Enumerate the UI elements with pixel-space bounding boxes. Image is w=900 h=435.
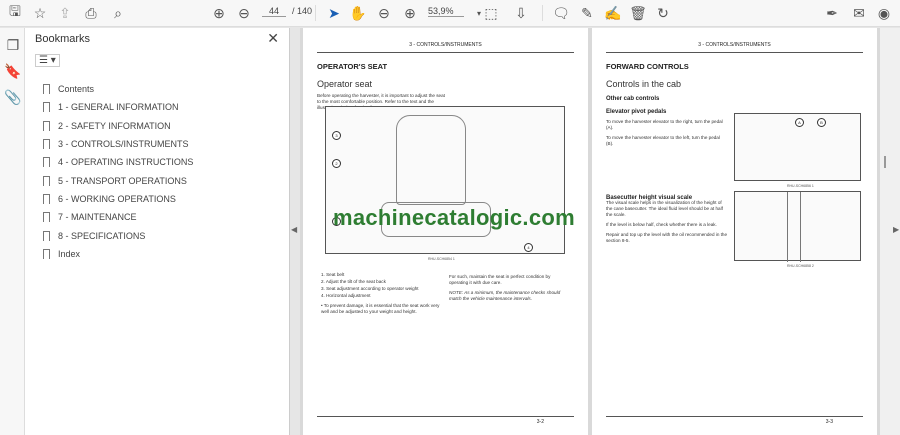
section-title: FORWARD CONTROLS (606, 62, 689, 71)
list-item: 2. Adjust the tilt of the seat back (321, 279, 386, 284)
close-icon[interactable]: ✕ (267, 30, 279, 47)
zoom-in-icon[interactable]: ⊕ (401, 4, 419, 22)
upload-icon[interactable]: ⇪ (56, 4, 74, 22)
section-title: OPERATOR'S SEAT (317, 62, 388, 71)
star-icon[interactable]: ☆ (31, 4, 49, 22)
bookmark-item[interactable]: Contents (43, 80, 193, 98)
body-text: For such, maintain the seat in perfect c… (449, 274, 551, 285)
page-left: 3 - CONTROLS/INSTRUMENTS OPERATOR'S SEAT… (303, 28, 588, 435)
bullet-text: • To prevent damage, it is essential tha… (321, 303, 440, 314)
expand-right-arrow[interactable]: ▶ (893, 225, 899, 234)
list-item: 3. Seat adjustment according to operator… (321, 286, 419, 291)
bookmarks-title: Bookmarks (35, 33, 91, 45)
zoom-select[interactable]: 53,9% (428, 6, 464, 17)
left-rail: ❐ 🔖 📎 (0, 28, 25, 435)
toolbar: 🖫 ☆ ⇪ ⎙ ⌕ ⊕ ⊖ 44/ 140 ➤ ✋ ⊖ ⊕ 53,9% ▾ ⬚ … (0, 0, 900, 27)
callout-a: A (795, 118, 804, 127)
bookmark-item[interactable]: 8 - SPECIFICATIONS (43, 226, 193, 244)
bookmark-item[interactable]: 7 - MAINTENANCE (43, 208, 193, 226)
bookmark-options-button[interactable]: ☰ ▾ (35, 54, 60, 67)
right-column: For such, maintain the seat in perfect c… (449, 270, 569, 302)
fill-sign-icon[interactable]: ✒ (823, 4, 841, 22)
page-number: 3-3 (606, 416, 863, 425)
list-item: 1. Seat belt (321, 272, 345, 277)
callout-2: 2 (332, 159, 341, 168)
bookmark-item[interactable]: 6 - WORKING OPERATIONS (43, 190, 193, 208)
subtitle: Controls in the cab (606, 79, 682, 89)
callout-3: 3 (332, 131, 341, 140)
search-icon[interactable]: ⌕ (109, 4, 127, 22)
sign-icon[interactable]: ✍ (604, 4, 622, 22)
list-item: 4. Horizontal adjustment (321, 293, 371, 298)
bookmark-item[interactable]: 5 - TRANSPORT OPERATIONS (43, 171, 193, 189)
figure-caption: RHU-SCH6856 1 (787, 184, 814, 188)
bookmark-item[interactable]: 2 - SAFETY INFORMATION (43, 117, 193, 135)
figure-caption: RHU-SCH6854 1 (428, 257, 455, 261)
scrollbar[interactable]: ▶ (880, 28, 900, 435)
page-number-input[interactable]: 44 (262, 6, 286, 17)
scroll-mode-icon[interactable]: ⇩ (512, 4, 530, 22)
page-number: 3-2 (317, 416, 574, 425)
body-text: To move the harvester elevator to the ri… (606, 119, 723, 130)
bookmark-icon (43, 248, 50, 259)
print-icon[interactable]: ⎙ (82, 4, 100, 22)
bookmarks-panel: Bookmarks ✕ ☰ ▾ Contents 1 - GENERAL INF… (25, 28, 290, 435)
scroll-thumb[interactable] (884, 156, 886, 168)
visual-scale-figure (734, 191, 861, 262)
bookmark-icon (43, 212, 50, 223)
save-icon[interactable]: 🖫 (6, 3, 24, 22)
bookmark-item[interactable]: 4 - OPERATING INSTRUCTIONS (43, 153, 193, 171)
mail-icon[interactable]: ✉ (850, 4, 868, 22)
bookmark-icon (43, 120, 50, 131)
body-text: Repair and top up the level with the oil… (606, 232, 728, 243)
bookmark-icon (43, 84, 50, 95)
pedals-figure: A B (734, 113, 861, 181)
bookmark-icon (43, 193, 50, 204)
attachment-icon[interactable]: 📎 (4, 88, 22, 106)
watermark: machinecatalogic.com (333, 205, 575, 230)
document-view: 3 - CONTROLS/INSTRUMENTS OPERATOR'S SEAT… (300, 28, 880, 435)
pen-icon[interactable]: ✎ (578, 4, 596, 22)
collapse-panel-arrow[interactable]: ◀ (291, 225, 297, 234)
bookmark-icon[interactable]: 🔖 (4, 62, 22, 80)
pages-icon[interactable]: ❐ (4, 36, 22, 54)
body-text: To move the harvester elevator to the le… (606, 135, 720, 146)
body-text: The visual scale helps in the visualizat… (606, 200, 723, 217)
seat-figure: 3 2 1 4 (325, 106, 565, 254)
bookmark-icon (43, 157, 50, 168)
subtitle: Operator seat (317, 79, 373, 89)
select-cursor-icon[interactable]: ➤ (325, 4, 343, 22)
hand-icon[interactable]: ✋ (349, 4, 367, 22)
next-page-icon[interactable]: ⊖ (235, 4, 253, 22)
callout-b: B (817, 118, 826, 127)
rotate-icon[interactable]: ↻ (654, 4, 672, 22)
bookmark-item[interactable]: Index (43, 245, 193, 263)
comment-icon[interactable]: 🗨 (552, 4, 570, 22)
zoom-out-icon[interactable]: ⊖ (375, 4, 393, 22)
page-total: / 140 (292, 6, 313, 16)
callout-4: 4 (524, 243, 533, 252)
note-text: NOTE: As a minimum, the maintenance chec… (449, 290, 561, 301)
page-header: 3 - CONTROLS/INSTRUMENTS (317, 42, 574, 53)
trash-icon[interactable]: 🗑 (629, 4, 647, 22)
page-header: 3 - CONTROLS/INSTRUMENTS (606, 42, 863, 53)
bookmark-icon (43, 139, 50, 150)
bookmark-icon (43, 230, 50, 241)
bookmark-item[interactable]: 3 - CONTROLS/INSTRUMENTS (43, 135, 193, 153)
body-text: If the level is below half, check whethe… (606, 222, 717, 227)
bookmark-icon (43, 175, 50, 186)
account-icon[interactable]: ◉ (875, 4, 893, 22)
fit-page-icon[interactable]: ⬚ (482, 4, 500, 22)
section-heading: Other cab controls (606, 96, 660, 102)
legend-list: 1. Seat belt 2. Adjust the tilt of the s… (321, 271, 446, 315)
bookmark-item[interactable]: 1 - GENERAL INFORMATION (43, 98, 193, 116)
bookmark-icon (43, 102, 50, 113)
page-right: 3 - CONTROLS/INSTRUMENTS FORWARD CONTROL… (592, 28, 877, 435)
figure-caption: RHU-SCH6858 2 (787, 264, 814, 268)
prev-page-icon[interactable]: ⊕ (210, 4, 228, 22)
